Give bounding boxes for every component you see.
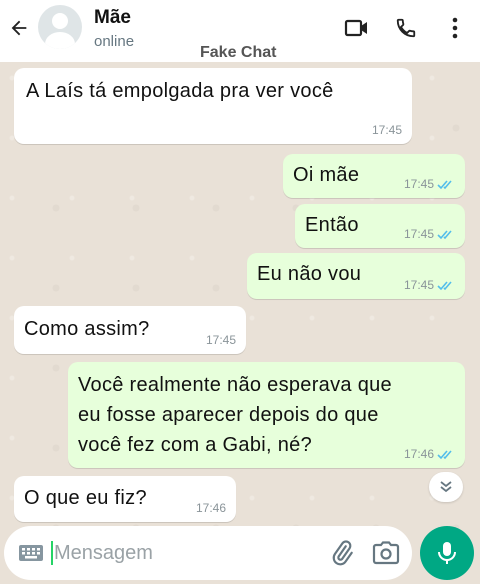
message-incoming[interactable]: Como assim? 17:45 — [14, 306, 246, 354]
watermark: Fake Chat — [200, 44, 277, 61]
message-time: 17:45 — [403, 227, 434, 241]
microphone-icon — [438, 542, 456, 564]
avatar-head-shape — [52, 13, 68, 29]
voice-message-button[interactable] — [420, 526, 474, 580]
message-text: Como assim? — [24, 318, 150, 340]
message-input[interactable] — [54, 538, 314, 568]
message-incoming[interactable]: A Laís tá empolgada pra ver você 17:45 — [14, 68, 412, 144]
message-meta: 17:45 — [372, 123, 402, 137]
message-time: 17:46 — [403, 447, 434, 461]
arrow-left-icon — [11, 20, 27, 36]
voice-call-button[interactable] — [393, 15, 419, 41]
contact-status: online — [94, 33, 135, 50]
contact-name[interactable]: Mãe — [94, 7, 131, 29]
camera-icon[interactable] — [372, 540, 400, 566]
message-time: 17:46 — [195, 501, 226, 515]
message-meta: 17:46 — [196, 501, 226, 515]
message-time: 17:45 — [371, 123, 402, 137]
phone-icon — [396, 18, 416, 38]
double-check-icon — [437, 229, 452, 239]
video-call-button[interactable] — [344, 15, 370, 41]
message-meta: 17:45 — [404, 227, 455, 241]
message-outgoing[interactable]: Oi mãe 17:45 — [283, 154, 465, 198]
message-text-line: você fez com a Gabi, né? — [78, 434, 312, 456]
text-cursor — [51, 541, 53, 565]
message-outgoing[interactable]: Então 17:45 — [295, 204, 465, 248]
scroll-to-bottom-button[interactable] — [429, 472, 463, 502]
video-camera-icon — [344, 19, 367, 37]
menu-button[interactable] — [442, 15, 468, 41]
paperclip-icon[interactable] — [329, 540, 355, 566]
message-meta: 17:45 — [404, 177, 455, 191]
message-meta: 17:46 — [404, 447, 455, 461]
double-check-icon — [437, 179, 452, 189]
message-text-line: eu fosse aparecer depois do que — [78, 404, 379, 426]
message-meta: 17:45 — [404, 278, 455, 292]
back-button[interactable] — [6, 15, 32, 41]
avatar[interactable] — [38, 5, 82, 49]
double-chevron-down-icon — [440, 481, 452, 493]
avatar-body-shape — [45, 32, 75, 49]
message-time: 17:45 — [403, 278, 434, 292]
message-time: 17:45 — [403, 177, 434, 191]
message-composer — [4, 526, 412, 580]
more-vertical-icon — [452, 17, 458, 39]
message-outgoing[interactable]: Eu não vou 17:45 — [247, 253, 465, 299]
message-text: A Laís tá empolgada pra ver você — [26, 80, 334, 102]
double-check-icon — [437, 449, 452, 459]
double-check-icon — [437, 280, 452, 290]
message-outgoing[interactable]: Você realmente não esperava que eu fosse… — [68, 362, 465, 468]
message-incoming[interactable]: O que eu fiz? 17:46 — [14, 476, 236, 522]
keyboard-icon[interactable] — [18, 541, 44, 565]
message-time: 17:45 — [205, 333, 236, 347]
message-text-line: Você realmente não esperava que — [78, 374, 392, 396]
message-meta: 17:45 — [206, 333, 236, 347]
